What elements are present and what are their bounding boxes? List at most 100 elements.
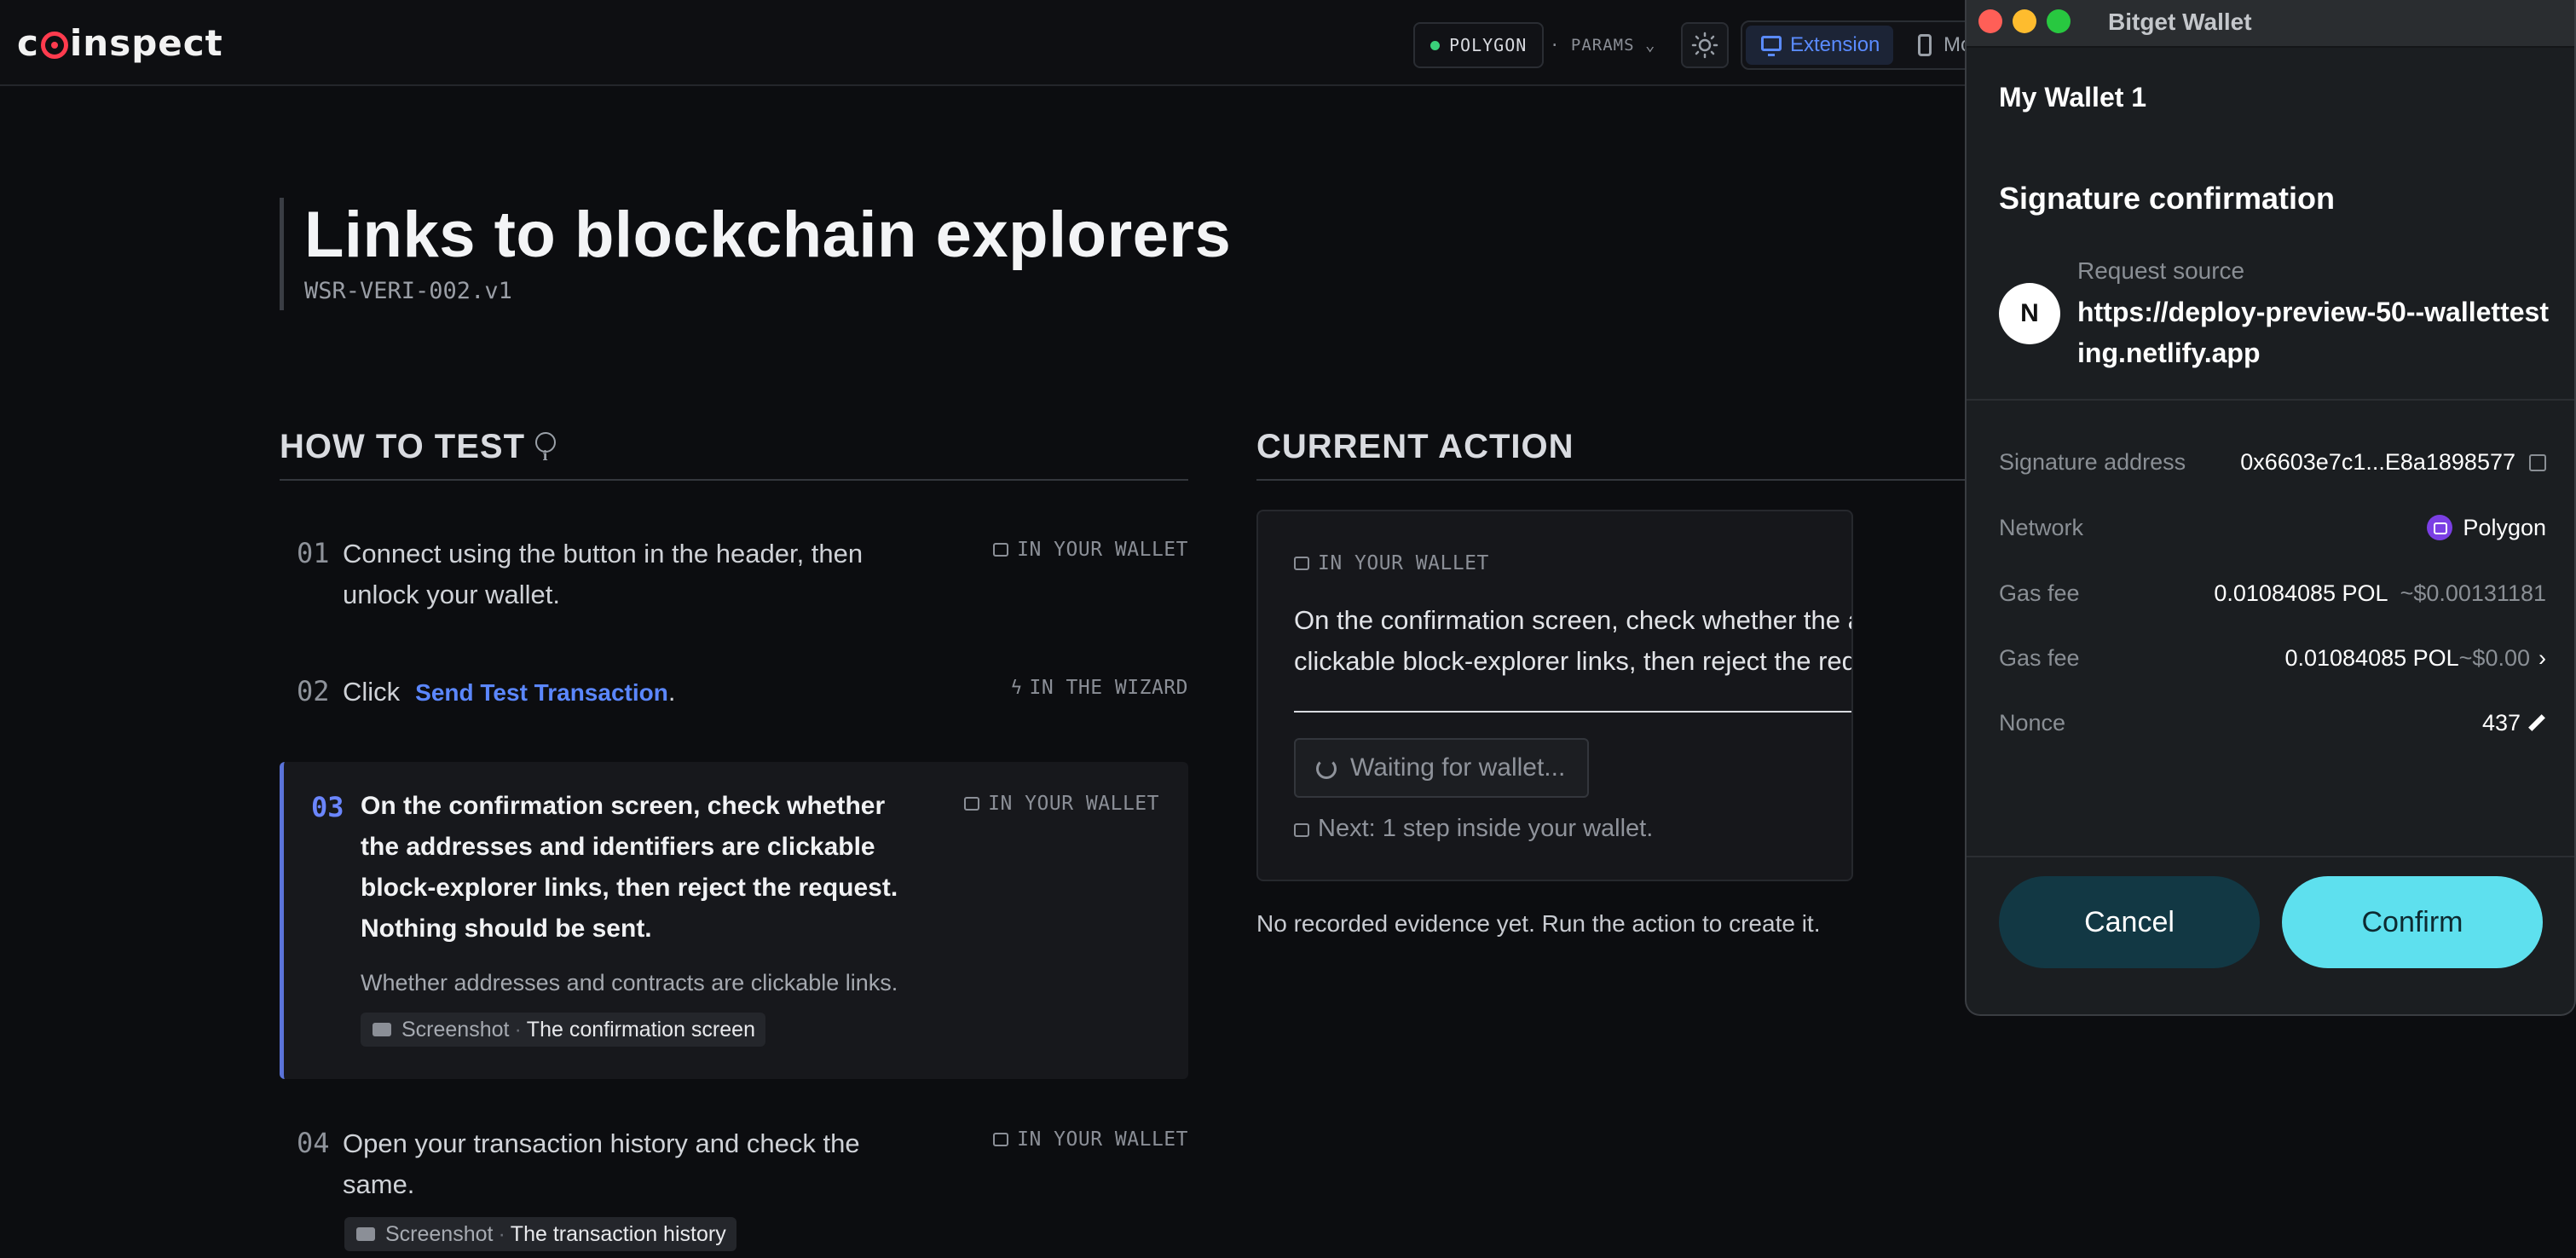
step-location-tag: IN YOUR WALLET: [993, 1128, 1188, 1151]
action-text-line: On the confirmation screen, check whethe…: [1294, 605, 1851, 635]
current-action-card: IN YOUR WALLET On the confirmation scree…: [1256, 510, 1853, 881]
wallet-window-title: Bitget Wallet: [2108, 9, 2252, 35]
pencil-icon[interactable]: [2528, 714, 2545, 731]
waiting-for-wallet-button[interactable]: Waiting for wallet...: [1294, 738, 1590, 798]
gas-fee-amount: 0.01084085 POL: [2214, 580, 2388, 606]
close-window-button[interactable]: [1978, 9, 2002, 33]
title-block: Links to blockchain explorers WSR-VERI-0…: [280, 198, 1231, 310]
camera-icon: [373, 1023, 391, 1036]
network-row: Network Polygon: [1999, 509, 2546, 546]
params-dropdown[interactable]: · PARAMS ⌄: [1550, 22, 1655, 68]
action-tag-label: IN YOUR WALLET: [1318, 552, 1489, 574]
no-evidence-message: No recorded evidence yet. Run the action…: [1256, 910, 1821, 937]
info-icon[interactable]: [535, 432, 557, 480]
step-text-line: same.: [343, 1169, 415, 1199]
wallet-icon: [993, 1133, 1009, 1146]
step-tag-label: IN YOUR WALLET: [1017, 1128, 1188, 1151]
network-chip-label: POLYGON: [1449, 35, 1528, 55]
confirm-button[interactable]: Confirm: [2282, 876, 2543, 968]
signature-address-label: Signature address: [1999, 449, 2186, 475]
step-note: Whether addresses and contracts are clic…: [361, 970, 898, 995]
step-text: On the confirmation screen, check whethe…: [361, 786, 898, 949]
phone-icon: [1918, 34, 1932, 56]
step-location-tag: IN YOUR WALLET: [993, 539, 1188, 561]
step-number: 01: [297, 537, 330, 569]
nonce-label: Nonce: [1999, 710, 2066, 736]
copy-icon[interactable]: [2529, 454, 2546, 471]
request-source-avatar: N: [1999, 283, 2060, 344]
cancel-button[interactable]: Cancel: [1999, 876, 2260, 968]
step-text-line: On the confirmation screen, check whethe…: [361, 792, 886, 820]
gas-fee-label: Gas fee: [1999, 645, 2080, 671]
step-text: Click Send Test Transaction.: [343, 672, 675, 713]
evidence-name: The transaction history: [510, 1222, 726, 1246]
zoom-window-button[interactable]: [2047, 9, 2071, 33]
how-to-test-divider: [280, 479, 1188, 481]
bolt-icon: ϟ: [1010, 678, 1023, 699]
wallet-icon: [1294, 557, 1309, 570]
page-title: Links to blockchain explorers: [304, 199, 1232, 271]
nonce-value[interactable]: 437: [2482, 704, 2546, 742]
test-code: WSR-VERI-002.v1: [304, 278, 512, 304]
wallet-titlebar: Bitget Wallet: [1967, 0, 2574, 48]
action-text-line: clickable block-explorer links, then rej…: [1294, 646, 1851, 676]
how-to-test-label: HOW TO TEST: [280, 428, 526, 465]
step-text-suffix: .: [667, 677, 676, 707]
evidence-chip[interactable]: Screenshot · The transaction history: [344, 1217, 736, 1251]
action-divider: [1294, 711, 1851, 713]
gas-fee-row: Gas fee 0.01084085 POL ~$0.00131181: [1999, 574, 2546, 612]
mode-extension-label: Extension: [1790, 33, 1880, 56]
step-04[interactable]: 04 Open your transaction history and che…: [280, 1123, 1188, 1258]
camera-icon: [356, 1227, 375, 1241]
theme-toggle-button[interactable]: [1681, 22, 1729, 68]
wallet-icon: [993, 543, 1009, 557]
signature-address-row: Signature address 0x6603e7c1...E8a189857…: [1999, 443, 2546, 481]
step-01[interactable]: 01 Connect using the button in the heade…: [280, 534, 1188, 636]
wallet-icon: [964, 797, 980, 811]
mode-extension-button[interactable]: Extension: [1746, 26, 1894, 65]
current-action-divider: [1256, 479, 1966, 481]
coinspect-logo[interactable]: c inspect: [17, 24, 223, 63]
step-location-tag: ϟ IN THE WIZARD: [1011, 677, 1188, 699]
step-text-line: Nothing should be sent.: [361, 915, 652, 943]
step-03-active[interactable]: 03 On the confirmation screen, check whe…: [280, 762, 1188, 1079]
signature-address-value[interactable]: 0x6603e7c1...E8a1898577: [2240, 443, 2546, 481]
waiting-label: Waiting for wallet...: [1350, 753, 1566, 782]
polygon-icon: [2427, 515, 2453, 540]
step-text: Open your transaction history and check …: [343, 1123, 860, 1205]
step-text-line: Click: [343, 677, 401, 707]
wallet-icon: [1294, 823, 1309, 837]
wallet-divider: [1967, 399, 2574, 401]
refresh-icon: [1316, 759, 1337, 779]
network-name: Polygon: [2463, 515, 2546, 540]
send-test-transaction-link[interactable]: Send Test Transaction: [415, 679, 668, 706]
step-text-line: Open your transaction history and check …: [343, 1128, 860, 1158]
step-tag-label: IN YOUR WALLET: [1017, 539, 1188, 561]
network-chip[interactable]: POLYGON: [1413, 22, 1545, 68]
gas-fee-value: 0.01084085 POL ~$0.00131181: [2214, 574, 2546, 612]
gas-fee-selector-value[interactable]: 0.01084085 POL~$0.00 ›: [2284, 639, 2546, 677]
bitget-wallet-window: Bitget Wallet My Wallet 1 Signature conf…: [1965, 0, 2576, 1016]
gas-fee-fiat: ~$0.00: [2458, 645, 2530, 671]
step-02[interactable]: 02 Click Send Test Transaction. ϟ IN THE W…: [280, 672, 1188, 714]
logo-ring-icon: [40, 32, 68, 59]
gas-fee-selector-row[interactable]: Gas fee 0.01084085 POL~$0.00 ›: [1999, 639, 2546, 677]
step-number: 04: [297, 1127, 330, 1159]
step-number: 02: [297, 675, 330, 707]
request-source-url: https://deploy-preview-50--wallettesting…: [2077, 297, 2549, 368]
chevron-right-icon: ›: [2538, 645, 2546, 671]
evidence-chip[interactable]: Screenshot · The confirmation screen: [361, 1013, 765, 1047]
signature-address-text: 0x6603e7c1...E8a1898577: [2240, 449, 2515, 475]
network-label: Network: [1999, 515, 2084, 540]
network-value: Polygon: [2427, 509, 2546, 546]
sun-icon: [1691, 32, 1718, 59]
minimize-window-button[interactable]: [2013, 9, 2036, 33]
step-text: Connect using the button in the header, …: [343, 534, 863, 615]
wallet-account-name[interactable]: My Wallet 1: [1999, 82, 2146, 113]
action-location-tag: IN YOUR WALLET: [1294, 552, 1489, 574]
next-step-label: Next: 1 step inside your wallet.: [1318, 815, 1654, 842]
step-tag-label: IN THE WIZARD: [1029, 677, 1188, 699]
gas-fee-fiat: ~$0.00131181: [2400, 580, 2546, 606]
step-tag-label: IN YOUR WALLET: [988, 793, 1159, 815]
step-text-line: Connect using the button in the header, …: [343, 539, 863, 568]
